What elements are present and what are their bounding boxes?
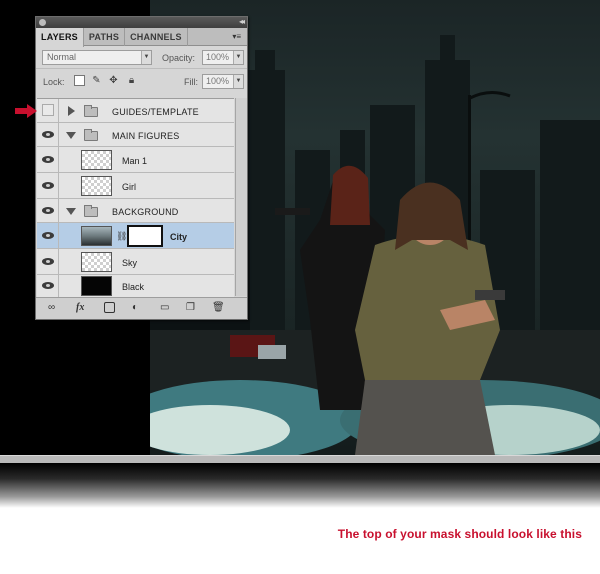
layer-row[interactable]: Sky <box>37 249 234 275</box>
tab-paths[interactable]: PATHS <box>84 28 126 46</box>
layer-row-selected[interactable]: ⛓︎ City <box>37 223 234 249</box>
collapse-icon[interactable]: ◂◂ <box>239 17 245 26</box>
mask-thumbnail[interactable] <box>127 225 163 247</box>
chevron-down-icon: ▼ <box>233 75 243 88</box>
visibility-toggle[interactable] <box>37 147 59 172</box>
tab-layers[interactable]: LAYERS <box>36 28 84 47</box>
folder-icon <box>84 129 98 141</box>
opacity-label: Opacity: <box>162 53 196 63</box>
layer-row[interactable]: Girl <box>37 173 234 199</box>
layers-scrollbar[interactable] <box>235 98 247 296</box>
layer-row[interactable]: Man 1 <box>37 147 234 173</box>
blend-row: Normal ▼ Opacity: 100% ▼ <box>36 46 247 68</box>
panel-menu-icon[interactable]: ▾≡ <box>232 32 241 41</box>
visibility-toggle[interactable] <box>37 123 59 146</box>
eye-icon <box>42 131 54 138</box>
visibility-toggle[interactable] <box>37 173 59 198</box>
fill-field[interactable]: 100% ▼ <box>202 74 244 89</box>
panel-tabs: LAYERS PATHS CHANNELS ▾≡ <box>36 28 247 47</box>
chain-link-icon[interactable]: ⛓︎ <box>116 231 127 242</box>
layer-name: Sky <box>122 258 138 268</box>
layer-row[interactable]: Black <box>37 275 234 297</box>
layers-panel: ◂◂ LAYERS PATHS CHANNELS ▾≡ Normal ▼ Opa… <box>35 16 248 320</box>
chevron-down-icon: ▼ <box>233 51 243 64</box>
new-group-icon[interactable]: ▭ <box>160 302 169 313</box>
blend-mode-select[interactable]: Normal ▼ <box>42 50 152 65</box>
canvas-bottom-strip <box>0 455 600 463</box>
adjustment-layer-icon[interactable]: ◐ <box>132 302 138 313</box>
fx-icon[interactable]: fx <box>76 302 84 313</box>
eye-icon <box>42 258 54 265</box>
lock-transparency-icon[interactable] <box>74 75 85 86</box>
opacity-field[interactable]: 100% ▼ <box>202 50 244 65</box>
layer-thumbnail <box>81 276 112 296</box>
tab-channels[interactable]: CHANNELS <box>125 28 188 46</box>
trash-icon[interactable]: 🗑︎ <box>212 302 225 313</box>
collapse-triangle-icon[interactable] <box>66 132 76 139</box>
brush-icon[interactable]: ✎ <box>91 75 102 86</box>
folder-icon <box>84 205 98 217</box>
caption-text: The top of your mask should look like th… <box>337 527 582 541</box>
layer-row[interactable]: BACKGROUND <box>37 199 234 223</box>
layer-row[interactable]: MAIN FIGURES <box>37 123 234 147</box>
layer-thumbnail <box>81 226 112 246</box>
layer-row[interactable]: GUIDES/TEMPLATE <box>37 99 234 123</box>
new-layer-icon[interactable]: ❐ <box>186 302 195 313</box>
folder-icon <box>84 105 98 117</box>
lock-icon[interactable]: 🔒︎ <box>126 75 137 86</box>
layer-name: Black <box>122 282 145 292</box>
link-layers-icon[interactable]: ∞ <box>48 302 55 313</box>
eye-icon <box>42 232 54 239</box>
fill-label: Fill: <box>184 77 198 87</box>
expand-triangle-icon[interactable] <box>68 106 75 116</box>
layer-name: Man 1 <box>122 156 148 166</box>
visibility-toggle[interactable] <box>37 99 59 122</box>
layer-thumbnail <box>81 150 112 170</box>
panel-footer: ∞ fx ◐ ▭ ❐ 🗑︎ <box>36 297 247 319</box>
red-arrow-icon <box>15 104 37 118</box>
lock-label: Lock: <box>43 77 65 87</box>
visibility-toggle[interactable] <box>37 249 59 274</box>
shadow-fade <box>0 463 600 508</box>
eye-icon <box>42 182 54 189</box>
add-mask-icon[interactable] <box>104 302 115 313</box>
visibility-toggle[interactable] <box>37 223 59 248</box>
eye-icon <box>42 156 54 163</box>
layer-name: BACKGROUND <box>112 207 179 217</box>
layer-name: MAIN FIGURES <box>112 131 180 141</box>
blend-mode-value: Normal <box>47 52 77 62</box>
lock-row: Lock: ✎ ✥ 🔒︎ Fill: 100% ▼ <box>36 68 247 90</box>
visibility-toggle[interactable] <box>37 275 59 297</box>
visibility-toggle[interactable] <box>37 199 59 222</box>
layer-name: City <box>170 232 188 242</box>
eye-off-icon <box>42 104 54 116</box>
layer-thumbnail <box>81 252 112 272</box>
close-icon[interactable] <box>39 19 46 26</box>
fill-value: 100% <box>206 76 230 86</box>
layers-list: GUIDES/TEMPLATE MAIN FIGURES Man 1 Girl <box>37 98 234 297</box>
eye-icon <box>42 282 54 289</box>
layer-thumbnail <box>81 176 112 196</box>
opacity-value: 100% <box>206 52 230 62</box>
chevron-down-icon: ▼ <box>141 51 151 64</box>
collapse-triangle-icon[interactable] <box>66 208 76 215</box>
move-icon[interactable]: ✥ <box>108 75 119 86</box>
layer-name: Girl <box>122 182 136 192</box>
layer-name: GUIDES/TEMPLATE <box>112 107 199 117</box>
eye-icon <box>42 207 54 214</box>
panel-titlebar[interactable]: ◂◂ <box>36 17 247 28</box>
